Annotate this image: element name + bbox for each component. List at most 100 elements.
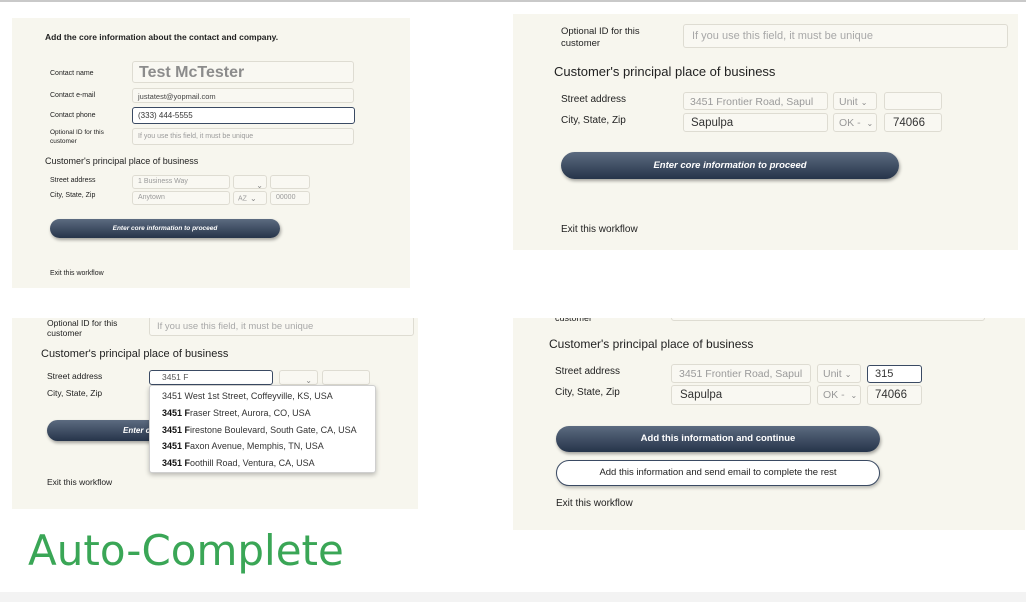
add-and-send-email-label: Add this information and send email to c… bbox=[599, 467, 837, 478]
state-select[interactable]: OK - ⌄ bbox=[817, 385, 861, 405]
suggestion-item[interactable]: 3451 West 1st Street, Coffeyville, KS, U… bbox=[162, 391, 333, 401]
chevron-down-icon: ⌄ bbox=[850, 390, 858, 400]
suggestion-match: 3451 F bbox=[162, 425, 191, 435]
zip-value: 74066 bbox=[893, 117, 925, 129]
chevron-down-icon: ⌄ bbox=[866, 118, 874, 128]
zip-value: 74066 bbox=[875, 389, 907, 401]
optional-id-placeholder: If you use this field, it must be unique bbox=[157, 321, 314, 332]
optional-id-input[interactable]: If you use this field, it must be unique bbox=[683, 24, 1008, 48]
city-label: City, State, Zip bbox=[561, 115, 626, 126]
street-input[interactable]: 1 Business Way bbox=[132, 175, 230, 189]
city-label: City, State, Zip bbox=[50, 192, 96, 199]
street-input[interactable]: 3451 Frontier Road, Sapul bbox=[671, 364, 811, 383]
business-heading: Customer's principal place of business bbox=[549, 337, 754, 351]
unit-value: Unit bbox=[839, 96, 858, 108]
chevron-down-icon: ⌄ bbox=[860, 97, 868, 107]
proceed-button-label: Enter c bbox=[123, 426, 151, 435]
suggestion-match: 3451 F bbox=[162, 441, 191, 451]
street-value: 3451 F bbox=[162, 372, 189, 382]
proceed-button[interactable]: Enter core information to proceed bbox=[50, 219, 280, 238]
contact-email-label: Contact e-mail bbox=[50, 92, 96, 99]
bottom-divider bbox=[0, 592, 1026, 602]
unit-select[interactable]: Unit ⌄ bbox=[833, 92, 877, 110]
contact-email-input[interactable]: justatest@yopmail.com bbox=[132, 88, 354, 103]
optional-id-input[interactable]: If you use this field, it must be unique bbox=[132, 128, 354, 145]
state-select[interactable]: OK - ⌄ bbox=[833, 113, 877, 132]
state-select[interactable]: AZ ⌄ bbox=[233, 191, 267, 205]
panel-initial-form: Add the core information about the conta… bbox=[12, 18, 410, 288]
optional-id-input[interactable] bbox=[671, 318, 985, 321]
contact-name-value: Test McTester bbox=[139, 64, 245, 81]
suggestion-text: axon Avenue, Memphis, TN, USA bbox=[190, 441, 324, 451]
street-label: Street address bbox=[50, 177, 96, 184]
chevron-down-icon: ⌄ bbox=[249, 194, 257, 203]
suggestion-text: oothill Road, Ventura, CA, USA bbox=[190, 458, 315, 468]
contact-phone-label: Contact phone bbox=[50, 112, 96, 119]
address-suggestions-dropdown: 3451 West 1st Street, Coffeyville, KS, U… bbox=[149, 385, 376, 473]
unit-select[interactable]: ⌄ bbox=[233, 175, 267, 189]
city-value: Sapulpa bbox=[680, 389, 723, 401]
unit-number-value: 315 bbox=[875, 368, 894, 380]
unit-number-input[interactable]: 315 bbox=[867, 365, 922, 383]
state-value: OK - bbox=[823, 389, 848, 401]
street-placeholder: 1 Business Way bbox=[138, 178, 188, 185]
unit-number-input[interactable] bbox=[270, 175, 310, 189]
suggestion-item[interactable]: 3451 Firestone Boulevard, South Gate, CA… bbox=[162, 425, 357, 435]
contact-phone-input[interactable]: (333) 444-5555 bbox=[132, 107, 355, 124]
zip-input[interactable]: 00000 bbox=[270, 191, 310, 205]
city-input[interactable]: Anytown bbox=[132, 191, 230, 205]
add-and-continue-button[interactable]: Add this information and continue bbox=[556, 426, 880, 452]
city-input[interactable]: Sapulpa bbox=[671, 385, 811, 405]
exit-workflow-link[interactable]: Exit this workflow bbox=[47, 477, 112, 487]
suggestion-match: 3451 F bbox=[162, 408, 191, 418]
suggestion-text: 3451 West 1st Street, Coffeyville, KS, U… bbox=[162, 391, 333, 401]
zip-input[interactable]: 74066 bbox=[867, 385, 922, 405]
street-input[interactable]: 3451 F bbox=[149, 370, 273, 385]
exit-workflow-link[interactable]: Exit this workflow bbox=[561, 224, 638, 235]
street-value: 3451 Frontier Road, Sapul bbox=[690, 96, 814, 108]
business-heading: Customer's principal place of business bbox=[45, 156, 199, 166]
contact-phone-value: (333) 444-5555 bbox=[138, 111, 193, 120]
unit-number-input[interactable] bbox=[322, 370, 370, 385]
top-divider bbox=[0, 0, 1026, 2]
street-label: Street address bbox=[555, 366, 621, 377]
business-heading: Customer's principal place of business bbox=[554, 64, 776, 79]
suggestion-match: 3451 F bbox=[162, 458, 191, 468]
zip-input[interactable]: 74066 bbox=[884, 113, 942, 132]
contact-email-value: justatest@yopmail.com bbox=[138, 92, 216, 101]
contact-name-input[interactable]: Test McTester bbox=[132, 61, 354, 83]
auto-complete-caption: Auto-Complete bbox=[28, 526, 344, 575]
panel-autocomplete: Optional ID for this customer If you use… bbox=[12, 318, 418, 509]
unit-select[interactable]: Unit ⌄ bbox=[817, 364, 861, 383]
city-label: City, State, Zip bbox=[47, 388, 103, 398]
proceed-button-label: Enter core information to proceed bbox=[653, 160, 807, 171]
state-value: AZ bbox=[238, 195, 247, 203]
street-input[interactable]: 3451 Frontier Road, Sapul bbox=[683, 92, 828, 110]
city-value: Sapulpa bbox=[691, 117, 734, 129]
add-and-send-email-button[interactable]: Add this information and send email to c… bbox=[556, 460, 880, 486]
proceed-button[interactable]: Enter core information to proceed bbox=[561, 152, 899, 179]
optional-id-label: Optional ID for this customer bbox=[47, 318, 118, 338]
suggestion-item[interactable]: 3451 Faxon Avenue, Memphis, TN, USA bbox=[162, 441, 324, 451]
business-heading: Customer's principal place of business bbox=[41, 348, 229, 360]
optional-id-placeholder: If you use this field, it must be unique bbox=[138, 133, 254, 140]
suggestion-item[interactable]: 3451 Foothill Road, Ventura, CA, USA bbox=[162, 458, 315, 468]
suggestion-item[interactable]: 3451 Fraser Street, Aurora, CO, USA bbox=[162, 408, 311, 418]
optional-id-input[interactable]: If you use this field, it must be unique bbox=[149, 318, 414, 336]
proceed-button-label: Enter core information to proceed bbox=[112, 225, 218, 232]
suggestion-text: raser Street, Aurora, CO, USA bbox=[190, 408, 311, 418]
add-and-continue-label: Add this information and continue bbox=[640, 433, 796, 444]
city-label: City, State, Zip bbox=[555, 387, 620, 398]
unit-number-input[interactable] bbox=[884, 92, 942, 110]
contact-name-label: Contact name bbox=[50, 70, 94, 77]
exit-workflow-link[interactable]: Exit this workflow bbox=[556, 498, 633, 509]
exit-workflow-link[interactable]: Exit this workflow bbox=[50, 270, 104, 277]
street-label: Street address bbox=[561, 94, 627, 105]
optional-id-label: Optional ID for this customer bbox=[561, 26, 640, 49]
optional-id-label-cut: customer bbox=[555, 318, 593, 323]
suggestion-text: irestone Boulevard, South Gate, CA, USA bbox=[190, 425, 357, 435]
city-placeholder: Anytown bbox=[138, 194, 165, 201]
city-input[interactable]: Sapulpa bbox=[683, 113, 828, 132]
optional-id-label: Optional ID for this customer bbox=[50, 129, 104, 145]
unit-select[interactable]: ⌄ bbox=[279, 370, 318, 385]
